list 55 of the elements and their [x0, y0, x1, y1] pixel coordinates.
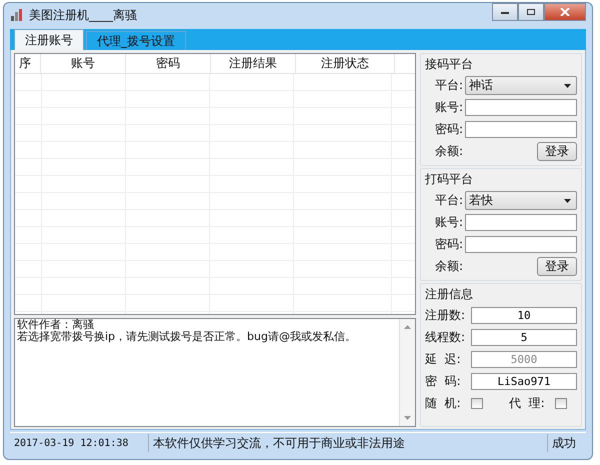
checkbox-label: 随 机: — [425, 395, 462, 412]
window-title: 美图注册机____离骚 — [29, 6, 137, 24]
field-label: 密 码: — [425, 373, 462, 390]
password-field[interactable] — [465, 236, 577, 253]
caret-icon — [564, 198, 571, 202]
checkbox[interactable] — [471, 398, 483, 409]
group-title: 打码平台 — [425, 171, 473, 188]
scrollbar[interactable] — [399, 319, 415, 426]
column-header: 注册状态 — [296, 54, 395, 73]
field-label: 平台: — [434, 192, 463, 209]
checkbox-label: 代 理: — [509, 395, 546, 412]
status-time: 2017-03-19 12:01:38 — [10, 434, 149, 452]
platform-dropdown[interactable]: 若快 — [465, 191, 577, 210]
input-field[interactable]: 10 — [471, 307, 577, 324]
field-label: 余额: — [434, 258, 463, 275]
maximize-button[interactable] — [518, 3, 544, 21]
column-header: 注册结果 — [211, 54, 296, 73]
password-field[interactable] — [465, 121, 577, 138]
scroll-down-arrow-icon[interactable] — [404, 416, 411, 420]
group-title: 注册信息 — [425, 286, 473, 303]
tab[interactable]: 注册账号 — [14, 29, 84, 50]
field-label: 账号: — [434, 99, 463, 116]
column-header: 密码 — [126, 54, 211, 73]
log-line: 软件作者：离骚 — [17, 319, 95, 331]
field-label: 余额: — [434, 143, 463, 160]
input-field[interactable]: LiSao971 — [471, 373, 577, 390]
input-field[interactable]: 5 — [471, 329, 577, 346]
field-label: 注册数: — [425, 307, 466, 324]
account-field[interactable] — [465, 99, 577, 116]
close-button[interactable] — [544, 3, 586, 21]
status-text: 成功 — [551, 434, 577, 452]
minimize-button[interactable] — [492, 3, 518, 21]
minimize-icon — [500, 9, 510, 15]
login-button[interactable]: 登录 — [537, 142, 577, 161]
app-icon — [10, 8, 24, 22]
field-label: 线程数: — [425, 329, 466, 346]
account-field[interactable] — [465, 214, 577, 231]
scroll-up-arrow-icon[interactable] — [404, 325, 411, 329]
field-label: 密码: — [434, 121, 463, 138]
login-button[interactable]: 登录 — [537, 257, 577, 276]
maximize-icon — [526, 8, 536, 16]
caret-icon — [564, 84, 571, 88]
checkbox[interactable] — [555, 398, 567, 409]
field-label: 延 迟: — [425, 351, 462, 368]
platform-dropdown[interactable]: 神话 — [465, 76, 577, 95]
group-title: 接码平台 — [425, 56, 473, 73]
status-notice: 本软件仅供学习交流，不可用于商业或非法用途 — [149, 434, 548, 452]
close-icon — [560, 8, 570, 16]
field-label: 密码: — [434, 236, 463, 253]
field-label: 平台: — [434, 77, 463, 94]
column-header: 账号 — [41, 54, 126, 73]
log-textarea[interactable]: 软件作者：离骚 若选择宽带拨号换ip，请先测试拨号是否正常。bug请@我或发私信。 — [14, 318, 416, 427]
field-label: 账号: — [434, 214, 463, 231]
log-line: 若选择宽带拨号换ip，请先测试拨号是否正常。bug请@我或发私信。 — [17, 331, 357, 343]
column-header: 序 — [15, 54, 41, 73]
